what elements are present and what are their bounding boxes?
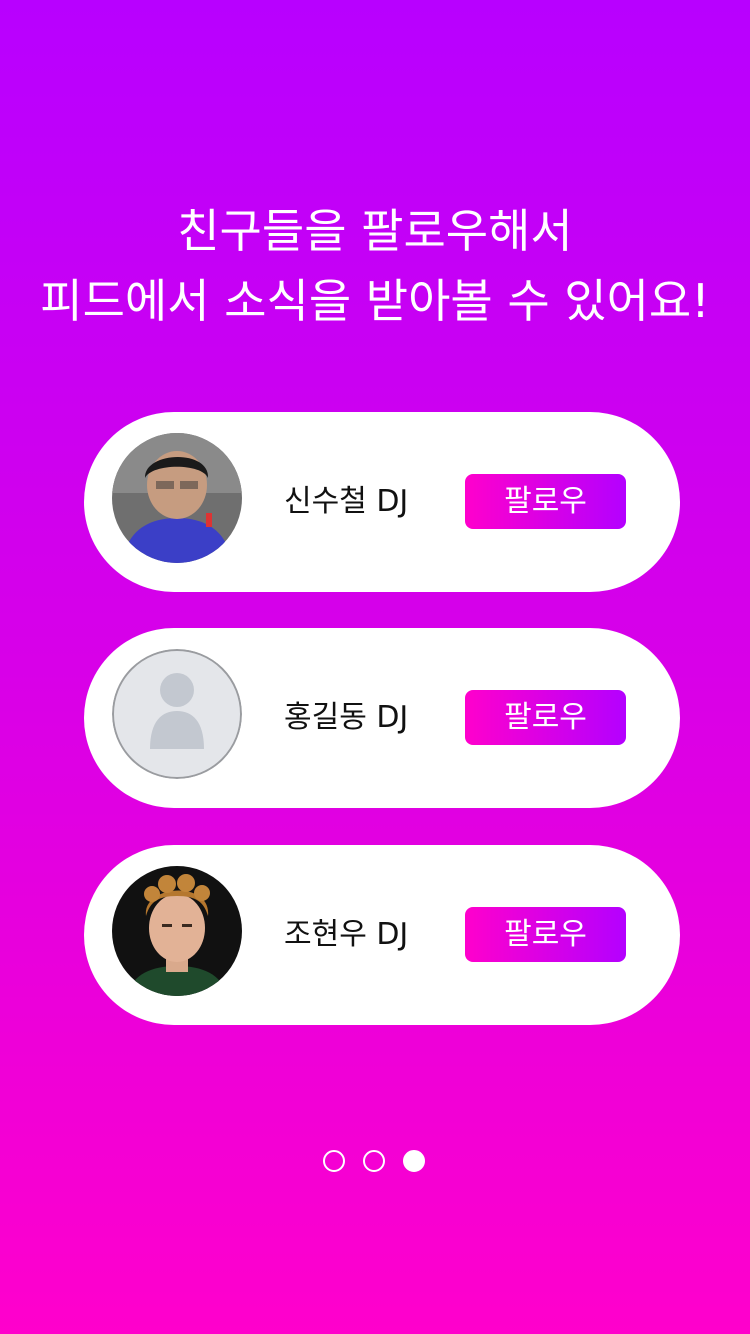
person-photo-icon bbox=[112, 433, 242, 563]
default-user-icon bbox=[112, 649, 242, 779]
page-dot[interactable] bbox=[323, 1150, 345, 1172]
friend-name: 홍길동 DJ bbox=[284, 700, 409, 735]
friend-name: 조현우 DJ bbox=[284, 917, 409, 952]
follow-button[interactable]: 팔로우 bbox=[465, 474, 626, 529]
friend-card: 신수철 DJ 팔로우 bbox=[84, 412, 680, 592]
headline-line-2: 피드에서 소식을 받아볼 수 있어요! bbox=[40, 274, 710, 328]
friend-name: 신수철 DJ bbox=[284, 484, 409, 519]
friend-card: 조현우 DJ 팔로우 bbox=[84, 845, 680, 1025]
avatar bbox=[112, 866, 242, 996]
person-photo-icon bbox=[112, 866, 242, 996]
follow-button[interactable]: 팔로우 bbox=[465, 907, 626, 962]
headline-line-1: 친구들을 팔로우해서 bbox=[177, 204, 573, 258]
onboarding-headline: 친구들을 팔로우해서 피드에서 소식을 받아볼 수 있어요! bbox=[0, 196, 750, 336]
avatar bbox=[112, 433, 242, 563]
avatar bbox=[112, 649, 242, 779]
friend-card: 홍길동 DJ 팔로우 bbox=[84, 628, 680, 808]
follow-button[interactable]: 팔로우 bbox=[465, 690, 626, 745]
page-dot-active[interactable] bbox=[403, 1150, 425, 1172]
page-dot[interactable] bbox=[363, 1150, 385, 1172]
